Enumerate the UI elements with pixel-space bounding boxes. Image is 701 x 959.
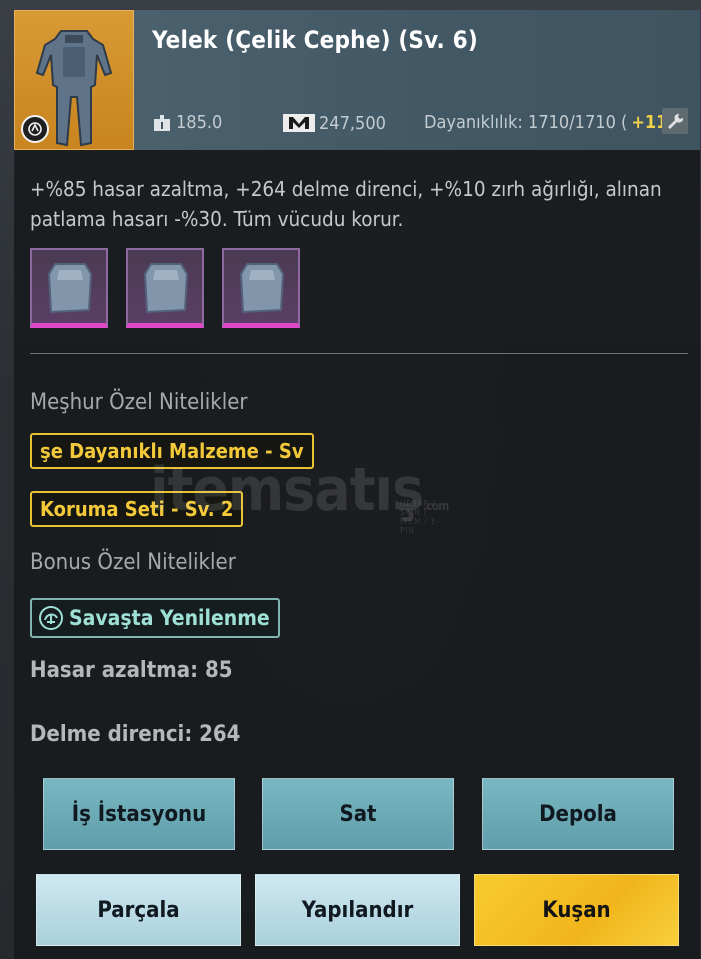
item-title: Yelek (Çelik Cephe) (Sv. 6) [152,26,478,54]
durability-stat: Dayanıklılık: 1710/1710 (+110) [424,112,689,133]
attachment-slot-2[interactable] [126,248,204,328]
sell-button[interactable]: Sat [262,778,454,850]
wrench-icon [668,114,684,129]
repair-button[interactable] [662,108,688,134]
bonus-trait-label: Savaşta Yenilenme [69,606,270,630]
watermark-tagline: HESAP / SKIN / ITEM / E-PIN [400,499,441,535]
item-thumbnail [14,10,134,150]
currency-icon [283,114,315,132]
set-badge [21,115,49,143]
bonus-trait-1[interactable]: Savaşta Yenilenme [30,598,280,638]
regeneration-icon [39,606,63,630]
watermark: itemsatış.com HESAP / SKIN / ITEM / E-PI… [150,455,449,535]
weight-value: 185.0 [176,112,223,133]
configure-button[interactable]: Yapılandır [255,874,460,946]
armor-plate-icon [239,263,285,314]
set-emblem-icon [28,122,42,136]
workstation-button[interactable]: İş İstasyonu [43,778,235,850]
attachment-slot-1[interactable] [30,248,108,328]
item-description: +%85 hasar azaltma, +264 delme direnci, … [30,177,662,231]
weight-stat: 185.0 [152,112,222,133]
price-stat: 247,500 [283,112,386,134]
penetration-resistance-stat: Delme direnci: 264 [30,722,241,747]
dismantle-button[interactable]: Parçala [36,874,241,946]
equip-button[interactable]: Kuşan [474,874,679,946]
weight-icon [154,114,170,131]
store-button[interactable]: Depola [482,778,674,850]
price-value: 247,500 [319,112,386,134]
durability-label: Dayanıklılık: 1710/1710 ( [424,112,628,133]
armor-plate-icon [143,263,189,314]
armor-plate-icon [47,263,93,314]
attachment-slot-3[interactable] [222,248,300,328]
watermark-brand: itemsatış [150,455,424,525]
bonus-traits-header: Bonus Özel Nitelikler [30,550,236,575]
damage-reduction-stat: Hasar azaltma: 85 [30,658,233,683]
section-divider [30,353,688,354]
famous-traits-header: Meşhur Özel Nitelikler [30,390,248,415]
